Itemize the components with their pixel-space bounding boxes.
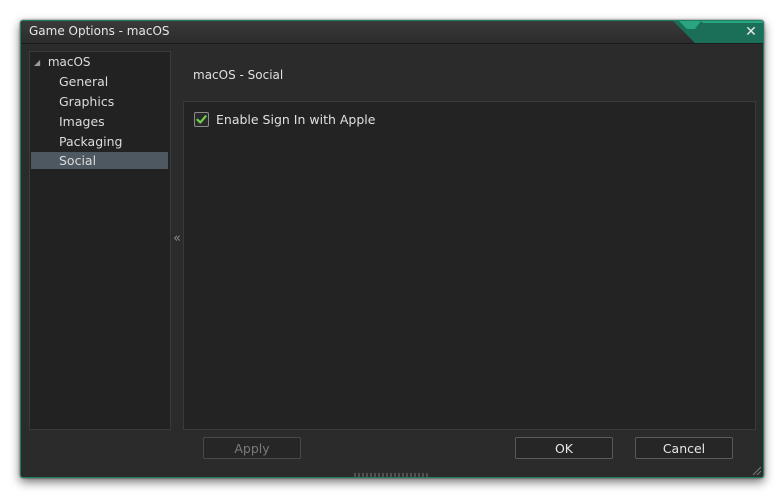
tree-item-label: General: [59, 74, 109, 89]
double-chevron-left-icon: «: [173, 231, 181, 246]
close-icon: ✕: [745, 24, 757, 40]
close-button[interactable]: ✕: [743, 24, 759, 40]
cancel-button[interactable]: Cancel: [635, 437, 733, 459]
tree-root-macos[interactable]: ◢ macOS: [34, 55, 91, 69]
tree-item-graphics[interactable]: Graphics: [31, 93, 168, 110]
window-title: Game Options - macOS: [29, 24, 170, 38]
options-panel: Enable Sign In with Apple: [183, 101, 756, 430]
game-options-dialog: Game Options - macOS ✕ ◢ macOS General G…: [20, 20, 764, 478]
checkbox-label: Enable Sign In with Apple: [216, 111, 376, 127]
checkmark-icon: [196, 114, 207, 124]
tree-item-label: Images: [59, 114, 105, 129]
tree-item-label: Social: [59, 153, 97, 168]
sign-in-with-apple-checkbox[interactable]: [194, 111, 209, 127]
tree-item-label: Packaging: [59, 134, 123, 149]
tree-item-social[interactable]: Social: [31, 152, 168, 169]
tree-item-images[interactable]: Images: [31, 113, 168, 130]
section-title: macOS - Social: [193, 68, 284, 82]
bottom-resize-grip[interactable]: [354, 473, 430, 477]
tree-item-general[interactable]: General: [31, 73, 168, 90]
ok-button[interactable]: OK: [515, 437, 613, 459]
tree-item-label: Graphics: [59, 94, 115, 109]
apply-button[interactable]: Apply: [203, 437, 301, 459]
tree-root-label: macOS: [47, 55, 91, 69]
tree-item-packaging[interactable]: Packaging: [31, 133, 168, 150]
resize-grip-icon[interactable]: [752, 466, 762, 476]
collapse-panel-button[interactable]: «: [172, 231, 182, 247]
sign-in-with-apple-option[interactable]: Enable Sign In with Apple: [194, 110, 375, 128]
expand-arrow-icon[interactable]: ◢: [34, 58, 44, 67]
title-bar[interactable]: Game Options - macOS ✕: [21, 21, 763, 44]
settings-tree: ◢ macOS General Graphics Images Packagin…: [29, 51, 171, 430]
